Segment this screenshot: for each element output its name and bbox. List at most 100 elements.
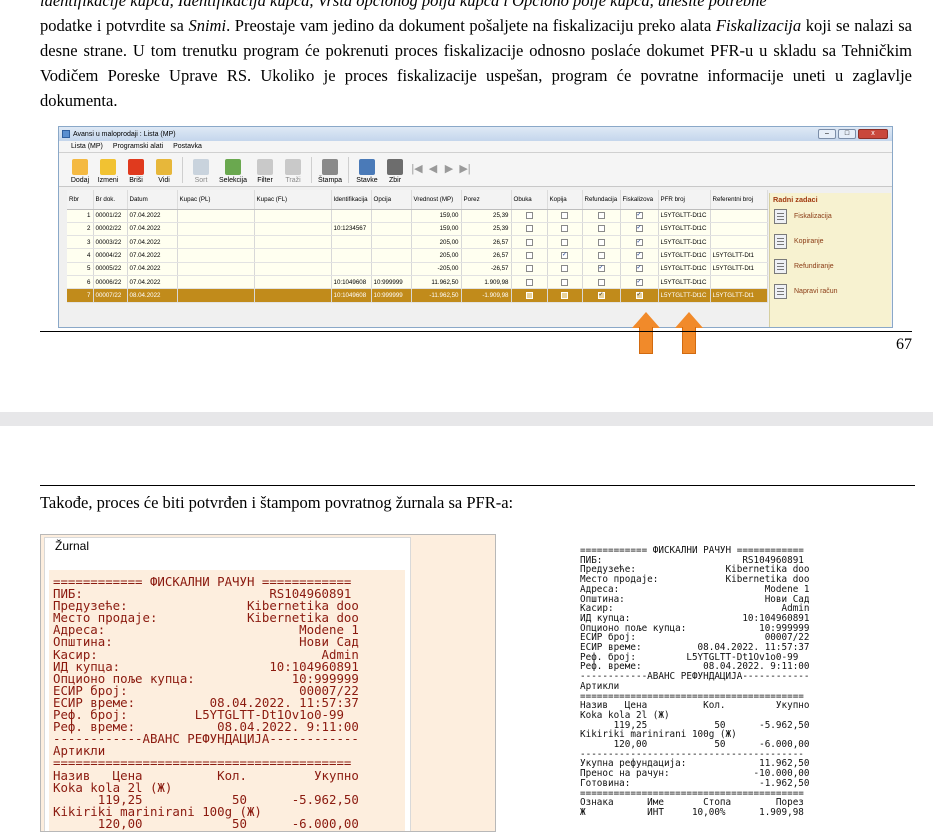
header-rule <box>40 485 915 486</box>
cell-fiskal: ✓ <box>620 248 659 263</box>
column-header[interactable]: Br dok. <box>93 190 128 210</box>
menu-postavka[interactable]: Postavka <box>173 143 202 150</box>
refund-checkbox[interactable] <box>597 225 605 233</box>
column-header[interactable]: Kupac (FL) <box>254 190 332 210</box>
column-header[interactable]: Obuka <box>511 190 548 210</box>
refund-checkbox[interactable]: ✓ <box>597 265 605 273</box>
cell-obuka <box>511 275 548 290</box>
table-row[interactable]: 1 00001/22 07.04.2022 159,00 25,39 ✓ L5YTGLTT-… <box>67 209 768 223</box>
toolbar-zbir-button[interactable]: Zbir <box>382 159 408 186</box>
task-3[interactable]: Napravi račun <box>770 279 891 304</box>
obuka-checkbox[interactable] <box>525 278 533 286</box>
task-panel: Radni zadaci Fiskalizacija Kopiranje Refun… <box>769 193 891 327</box>
minimize-button[interactable]: – <box>818 129 836 139</box>
menu-programski-alati[interactable]: Programski alati <box>113 143 163 150</box>
cell-kupac_pl <box>177 209 255 223</box>
kopija-checkbox[interactable] <box>561 291 568 299</box>
obuka-checkbox[interactable] <box>525 251 533 259</box>
cell-rbr: 3 <box>67 235 94 250</box>
obuka-checkbox[interactable] <box>525 225 533 233</box>
table-row[interactable]: 5 00005/22 07.04.2022 -205,00 -26,57 ✓ ✓ L5YTGL… <box>67 262 768 276</box>
refund-checkbox[interactable] <box>597 251 605 259</box>
column-header[interactable]: Refundacija <box>582 190 621 210</box>
fiskalizacija-term: Fiskalizacija <box>715 16 802 35</box>
window-title-bar: Avansi u maloprodaji : Lista (MP) – □ x <box>59 127 892 141</box>
toolbar--tampa-button[interactable]: Štampa <box>317 159 343 186</box>
cell-vrednost: -11.962,50 <box>411 288 462 303</box>
fiskal-checkbox[interactable]: ✓ <box>635 225 643 233</box>
cell-ident <box>331 262 372 276</box>
column-header[interactable]: Porez <box>461 190 512 210</box>
toolbar-label: Filter <box>257 177 273 184</box>
column-header[interactable]: Referentni broj <box>710 190 768 210</box>
toolbar-label: Traži <box>285 177 301 184</box>
kopija-checkbox[interactable] <box>561 225 568 233</box>
kopija-checkbox[interactable] <box>561 212 568 220</box>
column-header[interactable]: Kopija <box>547 190 583 210</box>
nav-arrow-1-icon[interactable]: ◀ <box>426 162 440 178</box>
refund-checkbox[interactable] <box>597 212 605 220</box>
column-header[interactable]: Kupac (PL) <box>177 190 255 210</box>
toolbar-stavke-button[interactable]: Stavke <box>354 159 380 186</box>
nav-arrow-0-icon[interactable]: |◀ <box>410 162 424 178</box>
cell-obuka <box>511 262 548 276</box>
table-row[interactable]: 3 00003/22 07.04.2022 205,00 26,57 ✓ L5YTGLTT-… <box>67 235 768 250</box>
column-header[interactable]: Datum <box>127 190 178 210</box>
toolbar-filter-button[interactable]: Filter <box>252 159 278 186</box>
cell-ident <box>331 235 372 250</box>
task-0[interactable]: Fiskalizacija <box>770 204 891 229</box>
obuka-checkbox[interactable] <box>525 238 533 246</box>
kopija-checkbox[interactable] <box>561 278 568 286</box>
table-row[interactable]: 6 00006/22 07.04.2022 10:1049608 10:999999 11… <box>67 275 768 290</box>
fiskal-checkbox[interactable]: ✓ <box>635 278 643 286</box>
column-header[interactable]: Rbr <box>67 190 94 210</box>
column-header[interactable]: Fiskalizova <box>620 190 659 210</box>
task-1[interactable]: Kopiranje <box>770 229 891 254</box>
receipt-line: ------------АВАНС РЕФУНДАЦИЈА-----------… <box>580 671 810 683</box>
toolbar-selekcija-button[interactable]: Selekcija <box>216 159 250 186</box>
toolbar-sort-button[interactable]: Sort <box>188 159 214 186</box>
nav-arrow-3-icon[interactable]: ▶| <box>458 162 472 178</box>
kopija-checkbox[interactable] <box>561 265 568 273</box>
cell-ident: 10:1049608 <box>331 275 372 290</box>
cell-kopija <box>547 235 583 250</box>
cell-kopija <box>547 209 583 223</box>
column-header[interactable]: PFR broj <box>658 190 711 210</box>
obuka-checkbox[interactable] <box>525 212 533 220</box>
close-button[interactable]: x <box>858 129 888 139</box>
fiskal-checkbox[interactable]: ✓ <box>635 265 643 273</box>
maximize-button[interactable]: □ <box>838 129 856 139</box>
obuka-checkbox[interactable] <box>525 265 533 273</box>
column-header[interactable]: Vrednost (MP) <box>411 190 462 210</box>
toolbar-dodaj-button[interactable]: Dodaj <box>67 159 93 186</box>
paragraph-text: podatke i potvrdite sa <box>40 16 189 35</box>
kopija-checkbox[interactable]: ✓ <box>561 251 568 259</box>
fiskal-checkbox[interactable]: ✓ <box>635 238 643 246</box>
fiskal-checkbox[interactable]: ✓ <box>635 291 643 299</box>
table-row[interactable]: 4 00004/22 07.04.2022 205,00 26,57 ✓ ✓ L5YTGLTT… <box>67 248 768 263</box>
obuka-checkbox[interactable] <box>525 291 533 299</box>
toolbar-vidi-button[interactable]: Vidi <box>151 159 177 186</box>
cell-porez: 1.909,98 <box>461 275 512 290</box>
cell-fiskal: ✓ <box>620 209 659 223</box>
cell-kopija <box>547 262 583 276</box>
table-row[interactable]: 7 00007/22 08.04.2022 10:1049608 10:999999 -1… <box>67 288 768 303</box>
table-row[interactable]: 2 00002/22 07.04.2022 10:1234567 159,00 25,39… <box>67 222 768 237</box>
menu-lista[interactable]: Lista (MP) <box>71 143 103 150</box>
refund-checkbox[interactable] <box>597 278 605 286</box>
refund-checkbox[interactable]: ✓ <box>597 291 605 299</box>
cell-porez: 25,39 <box>461 222 512 237</box>
column-header[interactable]: Identifikacija <box>331 190 372 210</box>
fiskal-checkbox[interactable]: ✓ <box>635 251 643 259</box>
nav-arrow-2-icon[interactable]: ▶ <box>442 162 456 178</box>
column-header[interactable]: Opcija <box>371 190 412 210</box>
kopija-checkbox[interactable] <box>561 238 568 246</box>
toolbar-izmeni-button[interactable]: Izmeni <box>95 159 121 186</box>
task-2[interactable]: Refundiranje <box>770 254 891 279</box>
cell-ident <box>331 209 372 223</box>
toolbar-bri-i-button[interactable]: Briši <box>123 159 149 186</box>
fiskal-checkbox[interactable]: ✓ <box>635 212 643 220</box>
task-label: Napravi račun <box>794 288 838 295</box>
refund-checkbox[interactable] <box>597 238 605 246</box>
toolbar-tra-i-button[interactable]: Traži <box>280 159 306 186</box>
